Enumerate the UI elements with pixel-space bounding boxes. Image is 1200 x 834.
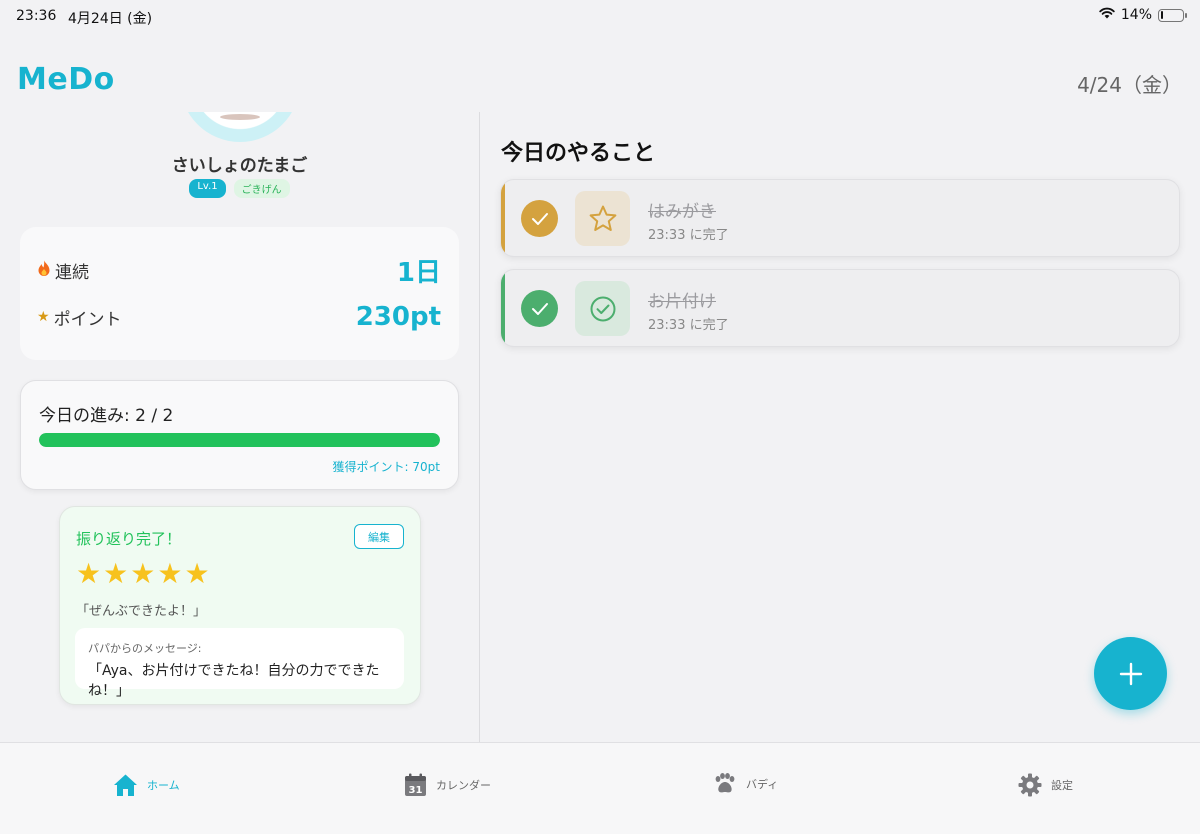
star-small-icon: ★	[37, 309, 50, 325]
message-text: 「Aya、お片付けできたね！自分の力でできたね！」	[88, 663, 380, 699]
rating-stars: ★ ★ ★ ★ ★	[76, 559, 210, 589]
rating-star-icon: ★	[157, 557, 183, 590]
tasks-section-title: 今日のやること	[501, 141, 656, 166]
task-complete-toggle[interactable]	[521, 200, 558, 237]
add-task-button[interactable]	[1094, 637, 1167, 710]
streak-row: 連続 1日	[37, 252, 441, 289]
header-date: 4/24（金）	[1077, 73, 1182, 97]
tab-label: 設定	[1051, 779, 1073, 792]
tab-label: バディ	[746, 778, 779, 791]
task-complete-toggle[interactable]	[521, 290, 558, 327]
tab-label: カレンダー	[436, 779, 491, 792]
column-divider	[479, 112, 480, 742]
streak-label: 連続	[55, 263, 89, 283]
earned-points: 獲得ポイント: 70pt	[332, 460, 440, 474]
rating-star-icon: ★	[76, 557, 102, 590]
points-label: ポイント	[53, 309, 122, 330]
streak-value: 1日	[396, 258, 441, 288]
buddy-name: さいしょのたまご	[171, 156, 308, 176]
calendar-icon: 31	[405, 773, 426, 796]
wifi-icon	[1099, 7, 1115, 23]
status-date: 4月24日 (金)	[68, 11, 153, 27]
points-value: 230pt	[355, 302, 441, 332]
gear-icon	[1018, 773, 1042, 797]
buddy-avatar[interactable]	[180, 112, 300, 142]
paw-icon	[715, 773, 735, 793]
tab-calendar[interactable]: 31 カレンダー	[404, 773, 491, 797]
progress-bar-fill	[39, 433, 440, 447]
edit-review-button[interactable]: 編集	[354, 524, 404, 549]
task-accent	[501, 270, 505, 346]
task-name: はみがき	[648, 202, 716, 222]
check-icon	[531, 212, 548, 225]
task-accent	[501, 180, 505, 256]
rating-star-icon: ★	[103, 557, 129, 590]
task-card-toothbrush[interactable]: はみがき 23:33 に完了	[500, 179, 1180, 257]
plus-icon	[1119, 662, 1142, 685]
progress-card: 今日の進み: 2 / 2 獲得ポイント: 70pt	[20, 380, 459, 490]
tab-buddy[interactable]: バディ	[713, 773, 778, 795]
mood-badge: ごきげん	[233, 179, 290, 198]
home-icon	[114, 774, 137, 796]
svg-text:31: 31	[409, 785, 423, 796]
review-title: 振り返り完了！	[76, 530, 182, 548]
task-name: お片付け	[648, 292, 716, 312]
avatar-detail	[220, 114, 260, 120]
check-icon	[531, 302, 548, 315]
status-right: 14%	[1099, 7, 1187, 23]
tab-settings[interactable]: 設定	[1018, 773, 1073, 797]
rating-star-icon: ★	[130, 557, 156, 590]
status-time: 23:36	[16, 8, 57, 24]
tab-label: ホーム	[147, 779, 180, 792]
battery-percent: 14%	[1120, 7, 1152, 23]
battery-level	[1160, 11, 1164, 19]
progress-title: 今日の進み: 2 / 2	[39, 406, 174, 426]
fire-icon	[37, 260, 51, 282]
stats-card: 連続 1日 ★ ポイント 230pt	[20, 227, 459, 360]
task-card-tidy-up[interactable]: お片付け 23:33 に完了	[500, 269, 1180, 347]
tab-bar: ホーム 31 カレンダー バディ 設定	[0, 742, 1200, 834]
battery-icon	[1158, 8, 1187, 22]
app-title: MeDo	[17, 62, 115, 97]
review-quote: 「ぜんぶできたよ！」	[76, 604, 207, 619]
status-bar: 23:36 4月24日 (金) 14%	[0, 0, 1200, 34]
star-icon	[575, 191, 630, 246]
points-row: ★ ポイント 230pt	[37, 302, 441, 332]
parent-message: パパからのメッセージ: 「Aya、お片付けできたね！自分の力でできたね！」	[75, 628, 404, 699]
rating-star-icon: ★	[184, 557, 210, 590]
message-label: パパからのメッセージ:	[88, 642, 202, 655]
points-label-group: ★ ポイント	[37, 305, 122, 330]
task-status: 23:33 に完了	[648, 318, 729, 333]
streak-label-group: 連続	[37, 258, 89, 283]
progress-bar	[39, 433, 440, 447]
tab-home[interactable]: ホーム	[113, 773, 180, 797]
task-status: 23:33 に完了	[648, 228, 729, 243]
level-badge: Lv.1	[189, 179, 226, 198]
review-card: 振り返り完了！ 編集 ★ ★ ★ ★ ★ 「ぜんぶできたよ！」 パパからのメッセージ: …	[59, 506, 421, 705]
check-circle-icon	[575, 281, 630, 336]
buddy-badges: Lv.1 ごきげん	[0, 179, 479, 198]
